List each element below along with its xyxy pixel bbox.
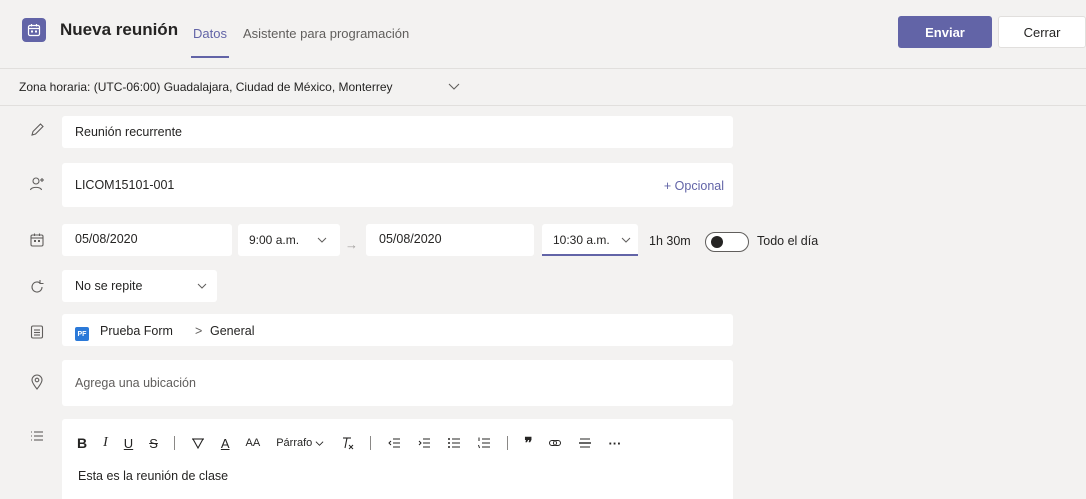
bulleted-list-icon[interactable]	[447, 436, 461, 450]
clear-formatting-icon[interactable]	[340, 436, 354, 450]
underline-button[interactable]: U	[124, 436, 133, 451]
paragraph-style-select[interactable]: Párrafo	[276, 437, 324, 449]
timezone-bar[interactable]: Zona horaria: (UTC-06:00) Guadalajara, C…	[0, 68, 1086, 106]
all-day-toggle[interactable]	[705, 232, 749, 252]
title-field[interactable]: Reunión recurrente	[62, 116, 733, 148]
calendar-icon	[28, 231, 46, 249]
tab-scheduling-assistant[interactable]: Asistente para programación	[243, 26, 409, 41]
toolbar-divider	[173, 436, 175, 450]
font-size-button[interactable]: AA	[246, 437, 261, 449]
strikethrough-button[interactable]: S	[149, 436, 158, 451]
channel-field[interactable]: PF Prueba Form > General	[62, 314, 733, 346]
highlight-icon[interactable]	[191, 436, 205, 450]
formatting-toolbar: B I U S A AA Párrafo ❞ ···	[77, 433, 637, 453]
attendees-field[interactable]: LICOM15101-001 + Opcional	[62, 163, 733, 207]
end-time-select[interactable]: 10:30 a.m.	[542, 224, 638, 256]
team-name: Prueba Form	[100, 324, 173, 338]
start-time-value: 9:00 a.m.	[249, 233, 300, 247]
location-pin-icon	[28, 373, 46, 391]
horizontal-rule-icon[interactable]	[578, 436, 592, 450]
font-color-button[interactable]: A	[221, 436, 230, 451]
channel-icon	[28, 323, 46, 341]
toolbar-divider	[370, 436, 372, 450]
location-placeholder: Agrega una ubicación	[75, 376, 196, 390]
calendar-icon	[22, 18, 46, 42]
increase-indent-icon[interactable]	[417, 436, 431, 450]
numbered-list-icon[interactable]	[477, 436, 491, 450]
location-field[interactable]: Agrega una ubicación	[62, 360, 733, 406]
pencil-icon	[28, 121, 46, 139]
repeat-icon	[28, 278, 46, 296]
tab-datos[interactable]: Datos	[193, 26, 227, 41]
description-text: Esta es la reunión de clase	[78, 469, 229, 483]
start-time-select[interactable]: 9:00 a.m.	[238, 224, 340, 256]
italic-button[interactable]: I	[103, 435, 108, 451]
chevron-right-icon: >	[195, 324, 203, 338]
attendees-input-value: LICOM15101-001	[75, 178, 175, 192]
recurrence-select[interactable]: No se repite	[62, 270, 217, 302]
decrease-indent-icon[interactable]	[387, 436, 401, 450]
toggle-knob	[711, 236, 723, 248]
more-options-icon[interactable]: ···	[608, 436, 621, 451]
title-input-value: Reunión recurrente	[75, 125, 183, 139]
all-day-label: Todo el día	[757, 234, 819, 248]
send-button[interactable]: Enviar	[898, 16, 992, 48]
close-button[interactable]: Cerrar	[998, 16, 1086, 48]
duration-label: 1h 30m	[649, 234, 691, 248]
end-date-value: 05/08/2020	[379, 232, 442, 246]
chevron-down-icon	[317, 237, 327, 243]
recurrence-value: No se repite	[75, 279, 143, 293]
add-people-icon	[28, 175, 46, 193]
arrow-right-icon: →	[345, 237, 358, 252]
optional-attendees-link[interactable]: + Opcional	[664, 179, 724, 193]
end-time-value: 10:30 a.m.	[553, 233, 610, 247]
paragraph-label: Párrafo	[276, 437, 313, 449]
quote-icon[interactable]: ❞	[524, 434, 532, 452]
header: Nueva reunión Datos Asistente para progr…	[0, 0, 1086, 60]
description-editor[interactable]	[62, 419, 733, 499]
start-date-field[interactable]: 05/08/2020	[62, 224, 232, 256]
active-tab-indicator	[191, 56, 229, 58]
chevron-down-icon	[315, 440, 324, 446]
channel-name: General	[210, 324, 255, 338]
details-icon	[28, 428, 46, 446]
page-title: Nueva reunión	[60, 20, 179, 39]
link-icon[interactable]	[548, 436, 562, 450]
team-avatar-icon: PF	[75, 327, 89, 341]
chevron-down-icon	[448, 83, 460, 90]
start-date-value: 05/08/2020	[75, 232, 138, 246]
toolbar-divider	[507, 436, 509, 450]
timezone-label: Zona horaria: (UTC-06:00) Guadalajara, C…	[19, 80, 393, 94]
bold-button[interactable]: B	[77, 435, 87, 451]
end-date-field[interactable]: 05/08/2020	[366, 224, 534, 256]
chevron-down-icon	[197, 283, 207, 289]
chevron-down-icon	[621, 237, 631, 243]
